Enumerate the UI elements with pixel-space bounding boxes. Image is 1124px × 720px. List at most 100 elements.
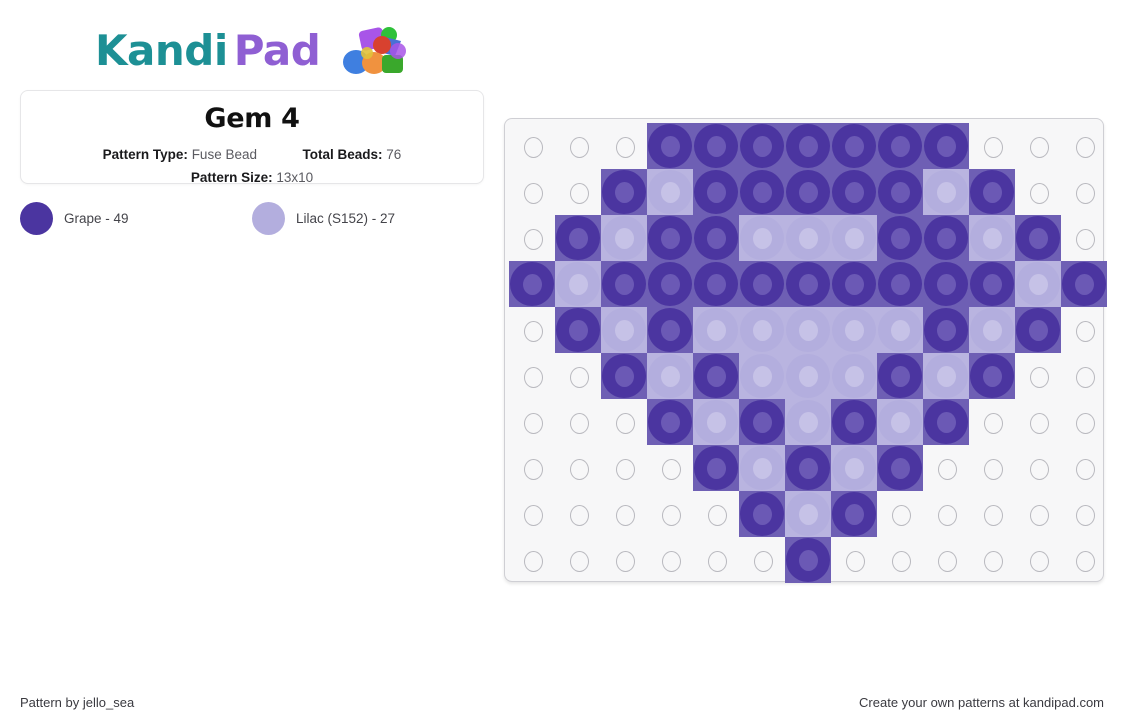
- bead-cell-grape[interactable]: [877, 169, 923, 215]
- bead-cell-empty[interactable]: [1061, 353, 1107, 399]
- bead-cell-grape[interactable]: [969, 169, 1015, 215]
- bead-cell-grape[interactable]: [693, 445, 739, 491]
- bead-cell-empty[interactable]: [1015, 353, 1061, 399]
- bead-cell-grape[interactable]: [693, 353, 739, 399]
- bead-cell-empty[interactable]: [1015, 169, 1061, 215]
- bead-cell-grape[interactable]: [555, 307, 601, 353]
- bead-cell-grape[interactable]: [693, 215, 739, 261]
- bead-cell-empty[interactable]: [1061, 491, 1107, 537]
- bead-cell-empty[interactable]: [555, 537, 601, 583]
- bead-cell-empty[interactable]: [555, 123, 601, 169]
- bead-cell-grape[interactable]: [785, 537, 831, 583]
- bead-cell-empty[interactable]: [601, 537, 647, 583]
- bead-cell-grape[interactable]: [877, 215, 923, 261]
- bead-cell-grape[interactable]: [785, 261, 831, 307]
- bead-cell-grape[interactable]: [831, 399, 877, 445]
- bead-cell-empty[interactable]: [923, 537, 969, 583]
- bead-cell-lilac[interactable]: [923, 169, 969, 215]
- bead-cell-empty[interactable]: [601, 399, 647, 445]
- bead-cell-grape[interactable]: [969, 261, 1015, 307]
- bead-cell-lilac[interactable]: [831, 215, 877, 261]
- bead-cell-empty[interactable]: [1015, 123, 1061, 169]
- bead-cell-empty[interactable]: [693, 491, 739, 537]
- bead-cell-empty[interactable]: [693, 537, 739, 583]
- bead-cell-empty[interactable]: [969, 123, 1015, 169]
- bead-cell-lilac[interactable]: [785, 307, 831, 353]
- bead-cell-grape[interactable]: [1015, 307, 1061, 353]
- bead-cell-empty[interactable]: [1061, 169, 1107, 215]
- bead-cell-lilac[interactable]: [785, 353, 831, 399]
- bead-cell-grape[interactable]: [877, 445, 923, 491]
- bead-cell-empty[interactable]: [1061, 445, 1107, 491]
- bead-cell-empty[interactable]: [555, 399, 601, 445]
- bead-cell-empty[interactable]: [647, 445, 693, 491]
- bead-cell-lilac[interactable]: [831, 307, 877, 353]
- bead-cell-empty[interactable]: [969, 537, 1015, 583]
- bead-cell-lilac[interactable]: [739, 215, 785, 261]
- bead-cell-empty[interactable]: [509, 169, 555, 215]
- bead-cell-grape[interactable]: [601, 353, 647, 399]
- bead-cell-empty[interactable]: [1015, 399, 1061, 445]
- bead-cell-empty[interactable]: [923, 445, 969, 491]
- bead-cell-lilac[interactable]: [831, 445, 877, 491]
- bead-cell-grape[interactable]: [739, 123, 785, 169]
- bead-cell-grape[interactable]: [1061, 261, 1107, 307]
- bead-cell-empty[interactable]: [509, 307, 555, 353]
- pattern-grid-panel[interactable]: [504, 118, 1107, 583]
- bead-cell-empty[interactable]: [509, 123, 555, 169]
- bead-cell-grape[interactable]: [877, 261, 923, 307]
- bead-cell-lilac[interactable]: [601, 307, 647, 353]
- bead-cell-empty[interactable]: [555, 353, 601, 399]
- bead-cell-empty[interactable]: [1015, 537, 1061, 583]
- bead-cell-lilac[interactable]: [739, 307, 785, 353]
- bead-cell-empty[interactable]: [509, 537, 555, 583]
- bead-cell-lilac[interactable]: [877, 399, 923, 445]
- bead-cell-empty[interactable]: [601, 445, 647, 491]
- bead-cell-lilac[interactable]: [969, 307, 1015, 353]
- bead-cell-grape[interactable]: [785, 123, 831, 169]
- legend-item-lilac[interactable]: Lilac (S152) - 27: [252, 202, 484, 235]
- bead-cell-grape[interactable]: [877, 353, 923, 399]
- bead-cell-empty[interactable]: [739, 537, 785, 583]
- bead-cell-empty[interactable]: [555, 491, 601, 537]
- bead-cell-grape[interactable]: [923, 307, 969, 353]
- bead-cell-grape[interactable]: [601, 169, 647, 215]
- bead-cell-grape[interactable]: [647, 307, 693, 353]
- bead-cell-lilac[interactable]: [1015, 261, 1061, 307]
- bead-cell-grape[interactable]: [601, 261, 647, 307]
- bead-cell-grape[interactable]: [831, 261, 877, 307]
- kandipad-logo[interactable]: Kandi Pad: [95, 22, 407, 80]
- bead-cell-lilac[interactable]: [969, 215, 1015, 261]
- bead-cell-grape[interactable]: [555, 215, 601, 261]
- bead-cell-grape[interactable]: [647, 261, 693, 307]
- bead-cell-lilac[interactable]: [693, 399, 739, 445]
- bead-cell-grape[interactable]: [969, 353, 1015, 399]
- bead-cell-empty[interactable]: [1061, 399, 1107, 445]
- bead-cell-empty[interactable]: [509, 445, 555, 491]
- bead-cell-grape[interactable]: [923, 215, 969, 261]
- bead-cell-empty[interactable]: [969, 491, 1015, 537]
- bead-cell-grape[interactable]: [785, 169, 831, 215]
- bead-cell-empty[interactable]: [969, 399, 1015, 445]
- bead-cell-grape[interactable]: [831, 169, 877, 215]
- bead-cell-lilac[interactable]: [785, 491, 831, 537]
- bead-cell-empty[interactable]: [1015, 445, 1061, 491]
- bead-cell-grape[interactable]: [647, 215, 693, 261]
- bead-cell-lilac[interactable]: [923, 353, 969, 399]
- bead-cell-grape[interactable]: [693, 169, 739, 215]
- bead-cell-empty[interactable]: [509, 399, 555, 445]
- bead-cell-empty[interactable]: [1061, 537, 1107, 583]
- bead-cell-empty[interactable]: [601, 491, 647, 537]
- bead-cell-grape[interactable]: [693, 261, 739, 307]
- bead-cell-empty[interactable]: [1061, 215, 1107, 261]
- bead-cell-empty[interactable]: [509, 353, 555, 399]
- bead-cell-grape[interactable]: [831, 123, 877, 169]
- bead-cell-grape[interactable]: [877, 123, 923, 169]
- bead-cell-grape[interactable]: [647, 123, 693, 169]
- bead-cell-empty[interactable]: [831, 537, 877, 583]
- bead-cell-lilac[interactable]: [831, 353, 877, 399]
- bead-cell-lilac[interactable]: [739, 445, 785, 491]
- bead-cell-grape[interactable]: [647, 399, 693, 445]
- bead-cell-grape[interactable]: [739, 169, 785, 215]
- bead-cell-empty[interactable]: [647, 537, 693, 583]
